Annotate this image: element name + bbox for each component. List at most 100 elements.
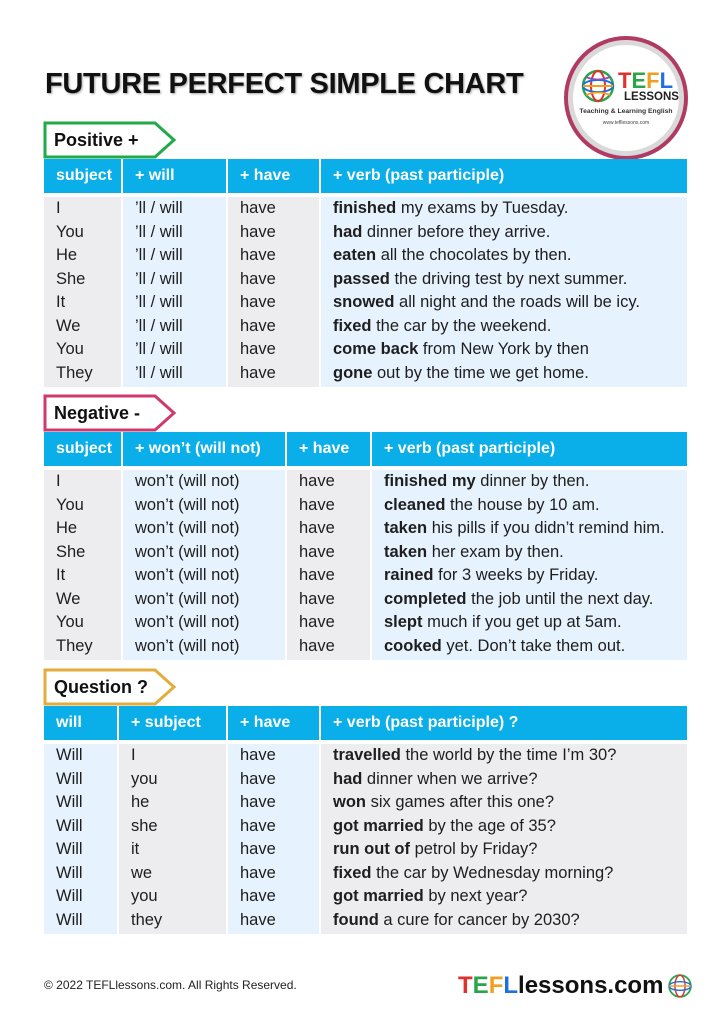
table-cell: It — [56, 293, 66, 311]
table-cell: We — [56, 316, 81, 335]
verb-rest: the job until the next day. — [466, 589, 654, 608]
table-cell: got married by the age of 35? — [321, 815, 687, 839]
verb-bold: won — [333, 793, 366, 811]
positive-tag-label: Positive + — [54, 129, 139, 150]
verb-bold: slept — [384, 613, 423, 631]
negative-section-tag: Negative - — [43, 394, 177, 432]
table-cell: I — [131, 746, 136, 764]
table-cell: have — [240, 746, 276, 764]
table-cell: have — [299, 519, 335, 537]
verb-rest: dinner by then. — [475, 472, 590, 490]
table-cell: ’ll / will — [135, 222, 183, 241]
verb-bold: fixed — [333, 316, 372, 335]
verb-bold: gone — [333, 363, 373, 382]
verb-bold: completed — [384, 589, 467, 608]
verb-rest: petrol by Friday? — [409, 840, 538, 858]
header-have: + have — [228, 159, 319, 193]
question-table: will + subject + have + verb (past parti… — [44, 706, 687, 934]
column-have: have have have have have have have have — [287, 470, 370, 660]
table-cell: have — [240, 316, 276, 335]
verb-bold: passed — [333, 269, 390, 288]
table-cell: have — [240, 793, 276, 811]
table-cell: He — [56, 246, 78, 264]
table-cell: have — [299, 495, 335, 514]
verb-rest: dinner before they arrive. — [362, 222, 551, 241]
table-cell: They — [56, 636, 93, 655]
verb-bold: travelled — [333, 746, 401, 764]
table-cell: fixed the car by the weekend. — [321, 315, 687, 339]
table-cell: It — [56, 566, 66, 584]
verb-bold: had — [333, 222, 363, 241]
header-verb: + verb (past participle) — [321, 159, 687, 193]
table-cell: have — [299, 636, 335, 655]
header-will: + will — [123, 159, 226, 193]
table-cell: it — [131, 840, 140, 858]
table-cell: have — [299, 472, 335, 490]
verb-bold: taken — [384, 542, 428, 561]
table-cell: have — [299, 566, 335, 584]
verb-rest: all the chocolates by then. — [376, 246, 572, 264]
table-cell: We — [56, 589, 81, 608]
column-verb: finished my dinner by then. cleaned the h… — [372, 470, 687, 660]
header-verb: + verb (past participle) ? — [321, 706, 687, 740]
table-cell: have — [240, 199, 276, 217]
copyright-text: © 2022 TEFLlessons.com. All Rights Reser… — [44, 978, 297, 992]
page-title: FUTURE PERFECT SIMPLE CHART — [45, 68, 524, 100]
table-cell: had dinner when we arrive? — [321, 768, 687, 792]
table-cell: have — [240, 769, 276, 788]
verb-rest: the car by the weekend. — [371, 316, 552, 335]
column-subject: Iyou he she it we you they — [119, 744, 226, 934]
table-cell: we — [131, 863, 153, 882]
header-have: + have — [287, 432, 370, 466]
header-have: + have — [228, 706, 319, 740]
table-cell: have — [240, 293, 276, 311]
column-have: have have have have have have have have — [228, 744, 319, 934]
table-cell: She — [56, 542, 86, 561]
verb-rest: the world by the time I’m 30? — [400, 746, 617, 764]
verb-rest: out by the time we get home. — [372, 363, 589, 382]
table-cell: come back from New York by then — [321, 338, 687, 362]
verb-rest: by the age of 35? — [423, 816, 556, 835]
footer-brand-logo: T E F Llessons.com — [458, 972, 693, 1000]
verb-bold: finished — [333, 199, 397, 217]
verb-rest: my exams by Tuesday. — [396, 199, 569, 217]
table-cell: ’ll / will — [135, 199, 183, 217]
table-cell: ’ll / will — [135, 293, 183, 311]
table-cell: eaten all the chocolates by then. — [321, 244, 687, 268]
question-tag-label: Question ? — [54, 676, 148, 697]
table-cell: had dinner before they arrive. — [321, 221, 687, 245]
column-will: Will Will Will Will Will Will Will Will — [44, 744, 117, 934]
table-cell: Will — [56, 769, 83, 788]
positive-section-tag: Positive + — [43, 121, 177, 159]
verb-rest: six games after this one? — [366, 793, 555, 811]
verb-bold: cleaned — [384, 495, 446, 514]
table-cell: you — [131, 769, 158, 788]
table-cell: got married by next year? — [321, 885, 687, 909]
table-cell: ’ll / will — [135, 363, 183, 382]
verb-bold: cooked — [384, 636, 442, 655]
table-cell: have — [240, 246, 276, 264]
table-cell: slept much if you get up at 5am. — [372, 611, 687, 635]
tefl-badge-logo: TEFL LESSONS Teaching & Learning English… — [564, 36, 688, 160]
column-subject: I You He She It We You They — [44, 197, 121, 387]
table-cell: found a cure for cancer by 2030? — [321, 909, 687, 933]
verb-bold: rained — [384, 566, 434, 584]
table-cell: finished my exams by Tuesday. — [321, 197, 687, 221]
verb-bold: taken — [384, 519, 428, 537]
badge-url: www.tefllessons.com — [602, 120, 650, 126]
table-cell: Will — [56, 887, 83, 905]
table-cell: gone out by the time we get home. — [321, 362, 687, 386]
verb-bold: snowed — [333, 293, 395, 311]
table-cell: have — [240, 910, 276, 929]
table-cell: have — [240, 340, 276, 358]
table-cell: won’t (will not) — [135, 519, 240, 537]
verb-rest: the driving test by next summer. — [389, 269, 628, 288]
table-cell: snowed all night and the roads will be i… — [321, 291, 687, 315]
table-cell: won’t (will not) — [135, 472, 240, 490]
table-cell: passed the driving test by next summer. — [321, 268, 687, 292]
verb-rest: much if you get up at 5am. — [422, 613, 622, 631]
table-cell: he — [131, 793, 150, 811]
table-cell: you — [131, 887, 158, 905]
table-cell: have — [240, 222, 276, 241]
table-cell: I — [56, 472, 61, 490]
